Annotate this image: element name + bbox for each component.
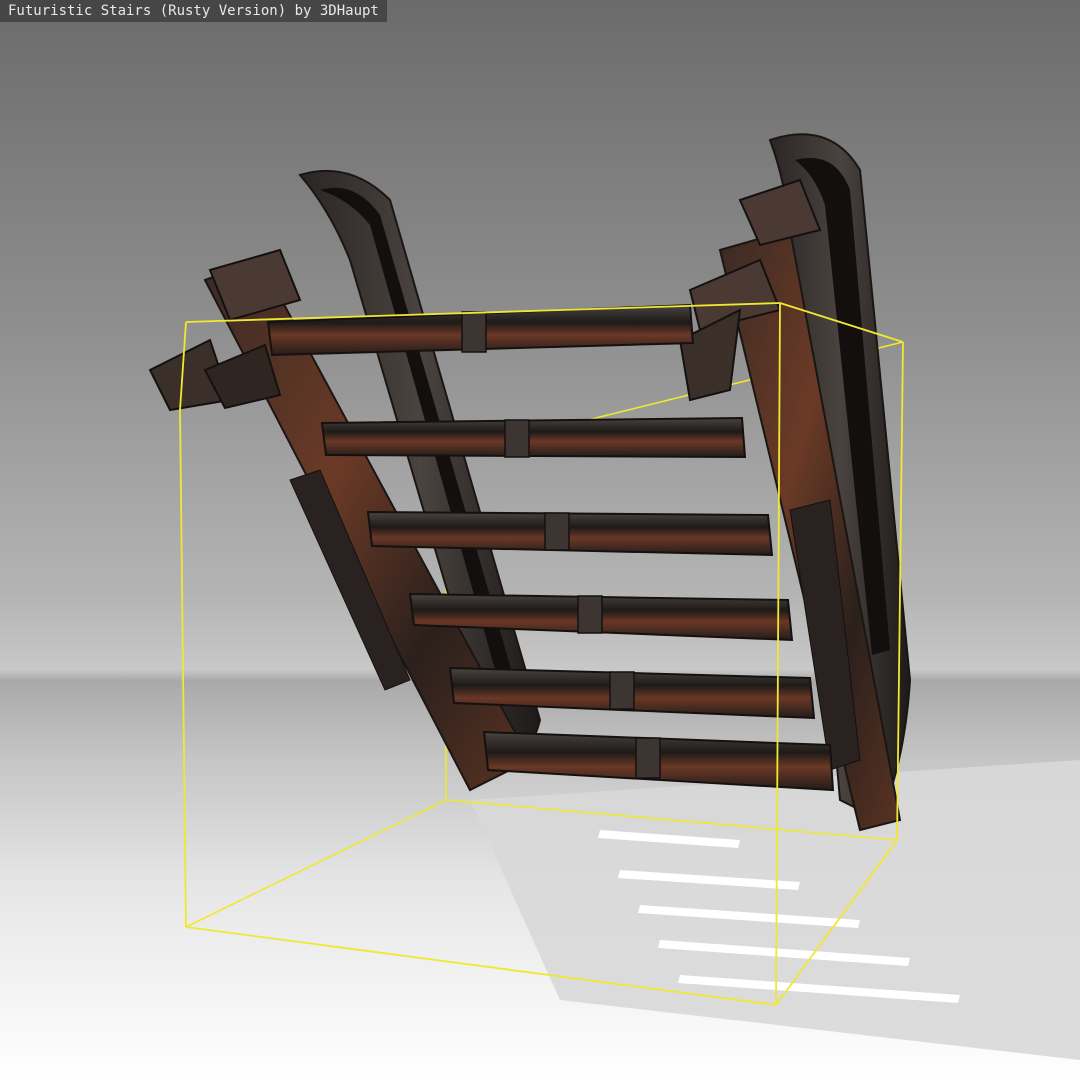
- model-scene[interactable]: [0, 0, 1080, 1080]
- 3d-viewport[interactable]: Futuristic Stairs (Rusty Version) by 3DH…: [0, 0, 1080, 1080]
- step: [320, 416, 747, 459]
- step: [482, 730, 835, 792]
- floor-shadow: [470, 760, 1080, 1060]
- step: [366, 510, 774, 557]
